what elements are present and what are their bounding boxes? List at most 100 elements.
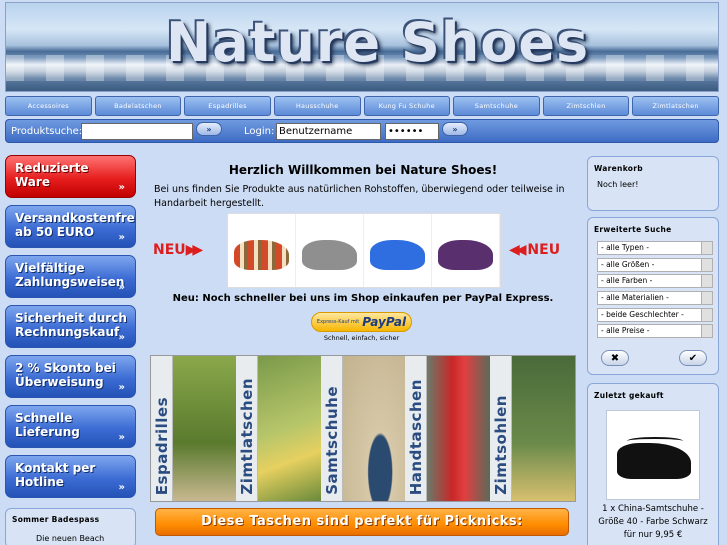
neu-right-text: NEU — [527, 242, 561, 258]
nav-tab-kung-fu-schuhe[interactable]: Kung Fu Schuhe — [363, 96, 451, 116]
hotline-button[interactable]: Kontakt per Hotline » — [5, 455, 136, 498]
product-image-espadrille[interactable] — [228, 214, 296, 287]
category-samtschuhe[interactable]: Samtschuhe — [320, 356, 406, 501]
dropdown-arrow-icon — [701, 292, 712, 305]
summer-box-header: Sommer Badespass — [12, 515, 100, 524]
neu-left-text: NEU — [153, 242, 186, 258]
arrow-left-icon: ◀◀ — [509, 242, 526, 258]
chevron-right-icon: » — [118, 182, 125, 193]
price-select-value: - alle Preise - — [601, 326, 650, 336]
category-label: Zimtlatschen — [237, 378, 256, 495]
price-select[interactable]: - alle Preise - — [597, 324, 713, 339]
cart-status: Noch leer! — [597, 180, 639, 189]
username-field[interactable] — [276, 123, 381, 140]
nav-tab-accessoires[interactable]: Accessoires — [5, 96, 92, 116]
neu-right-label: ◀◀ NEU — [509, 242, 560, 258]
reduced-items-button[interactable]: Reduzierte Ware » — [5, 155, 136, 198]
nav-tab-hausschuhe[interactable]: Hausschuhe — [273, 96, 361, 116]
category-zimtlatschen[interactable]: Zimtlatschen — [235, 356, 321, 501]
category-handtaschen[interactable]: Handtaschen — [405, 356, 491, 501]
free-shipping-button[interactable]: Versandkostenfrei ab 50 EURO » — [5, 205, 136, 248]
last-bought-line2: Größe 40 - Farbe Schwarz — [598, 517, 708, 527]
paypal-logo: PayPal — [362, 315, 407, 329]
category-label: Zimtsohlen — [492, 395, 511, 495]
site-logo[interactable]: Nature Shoes — [166, 11, 589, 74]
payment-methods-button[interactable]: Vielfältige Zahlungsweisen » — [5, 255, 136, 298]
material-select-value: - alle Materialien - — [601, 293, 669, 303]
size-select-value: - alle Größen - — [601, 259, 655, 269]
category-label: Espadrilles — [153, 396, 171, 495]
button-label: Versandkostenfrei ab 50 EURO — [15, 211, 136, 239]
picnic-bags-banner: Diese Taschen sind perfekt für Picknicks… — [155, 508, 569, 536]
button-label: Sicherheit durch Rechnungskauf — [15, 311, 127, 339]
login-label: Login: — [244, 126, 275, 137]
apply-search-button[interactable]: ✔ — [679, 350, 707, 366]
product-image-purple-shoe[interactable] — [432, 214, 500, 287]
product-image-blue-shoe[interactable] — [364, 214, 432, 287]
chevron-right-icon: » — [118, 232, 125, 243]
color-select[interactable]: - alle Farben - — [597, 274, 713, 289]
new-products-image[interactable] — [227, 213, 501, 288]
category-nav: Accessoires Badelatschen Espadrilles Hau… — [5, 96, 719, 116]
login-go-button[interactable]: » — [442, 122, 468, 136]
nav-tab-badelatschen[interactable]: Badelatschen — [94, 96, 182, 116]
type-select[interactable]: - alle Typen - — [597, 241, 713, 255]
type-select-value: - alle Typen - — [601, 243, 649, 252]
chevron-right-icon: » — [118, 282, 125, 293]
category-espadrilles[interactable]: Espadrilles — [151, 356, 236, 501]
category-label: Handtaschen — [407, 378, 426, 495]
search-go-button[interactable]: » — [196, 122, 222, 136]
material-select[interactable]: - alle Materialien - — [597, 291, 713, 306]
chevron-right-icon: » — [118, 432, 125, 443]
dropdown-arrow-icon — [701, 308, 712, 321]
nav-tab-zimtlatschen[interactable]: Zimtlatschen — [632, 96, 719, 116]
advanced-search-header: Erweiterte Suche — [594, 225, 672, 234]
header-banner: Nature Shoes — [5, 2, 719, 92]
summer-box: Sommer Badespass Die neuen Beach — [5, 508, 136, 545]
nav-tab-zimtschlen[interactable]: Zimtschlen — [542, 96, 630, 116]
gender-select-value: - beide Geschlechter - — [601, 309, 684, 319]
search-label: Produktsuche: — [11, 126, 83, 137]
arrow-right-icon: ▶▶ — [185, 242, 203, 258]
express-text: Neu: Noch schneller bei uns im Shop eink… — [172, 293, 554, 304]
last-bought-header: Zuletzt gekauft — [594, 391, 664, 400]
paypal-subtitle: Schnell, einfach, sicher — [323, 334, 400, 342]
dropdown-arrow-icon — [701, 242, 712, 254]
search-input[interactable] — [81, 123, 193, 140]
summer-box-text[interactable]: Die neuen Beach — [6, 524, 135, 543]
last-bought-line3: für nur 9,95 € — [623, 530, 683, 540]
gender-select[interactable]: - beide Geschlechter - — [597, 307, 713, 322]
password-field[interactable] — [385, 123, 439, 140]
last-bought-image[interactable] — [606, 410, 700, 500]
dropdown-arrow-icon — [701, 325, 712, 338]
cart-header[interactable]: Warenkorb — [588, 157, 718, 173]
nav-tab-espadrilles[interactable]: Espadrilles — [184, 96, 271, 116]
category-zimtsohlen[interactable]: Zimtsohlen — [490, 356, 575, 501]
nav-tab-samtschuhe[interactable]: Samtschuhe — [453, 96, 540, 116]
category-banner: Espadrilles Zimtlatschen Samtschuhe Hand… — [150, 355, 576, 502]
product-image-gray-shoe[interactable] — [296, 214, 364, 287]
button-label: Kontakt per Hotline — [15, 461, 96, 489]
invoice-button[interactable]: Sicherheit durch Rechnungskauf » — [5, 305, 136, 348]
button-label: 2 % Skonto bei Überweisung — [15, 361, 116, 389]
button-label: Reduzierte Ware — [15, 161, 89, 189]
welcome-title: Herzlich Willkommen bei Nature Shoes! — [228, 163, 498, 177]
category-label: Samtschuhe — [322, 386, 341, 495]
neu-left-label: NEU▶▶ — [153, 242, 203, 258]
button-label: Schnelle Lieferung — [15, 411, 80, 439]
button-label: Vielfältige Zahlungsweisen — [15, 261, 125, 289]
clear-search-button[interactable]: ✖ — [601, 350, 629, 366]
paypal-express-button[interactable]: Express-Kauf mit PayPal — [311, 312, 412, 332]
cart-box: Warenkorb Noch leer! — [587, 156, 719, 211]
chevron-right-icon: » — [118, 382, 125, 393]
chevron-right-icon: » — [118, 482, 125, 493]
last-bought-text[interactable]: 1 x China-Samtschuhe - Größe 40 - Farbe … — [587, 503, 719, 542]
last-bought-line1: 1 x China-Samtschuhe - — [602, 504, 704, 514]
paypal-small-text: Express-Kauf mit — [316, 319, 360, 325]
dropdown-arrow-icon — [701, 275, 712, 288]
size-select[interactable]: - alle Größen - — [597, 257, 713, 272]
color-select-value: - alle Farben - — [601, 276, 653, 286]
discount-button[interactable]: 2 % Skonto bei Überweisung » — [5, 355, 136, 398]
fast-delivery-button[interactable]: Schnelle Lieferung » — [5, 405, 136, 448]
search-login-bar: Produktsuche: » Login: » — [5, 119, 719, 143]
